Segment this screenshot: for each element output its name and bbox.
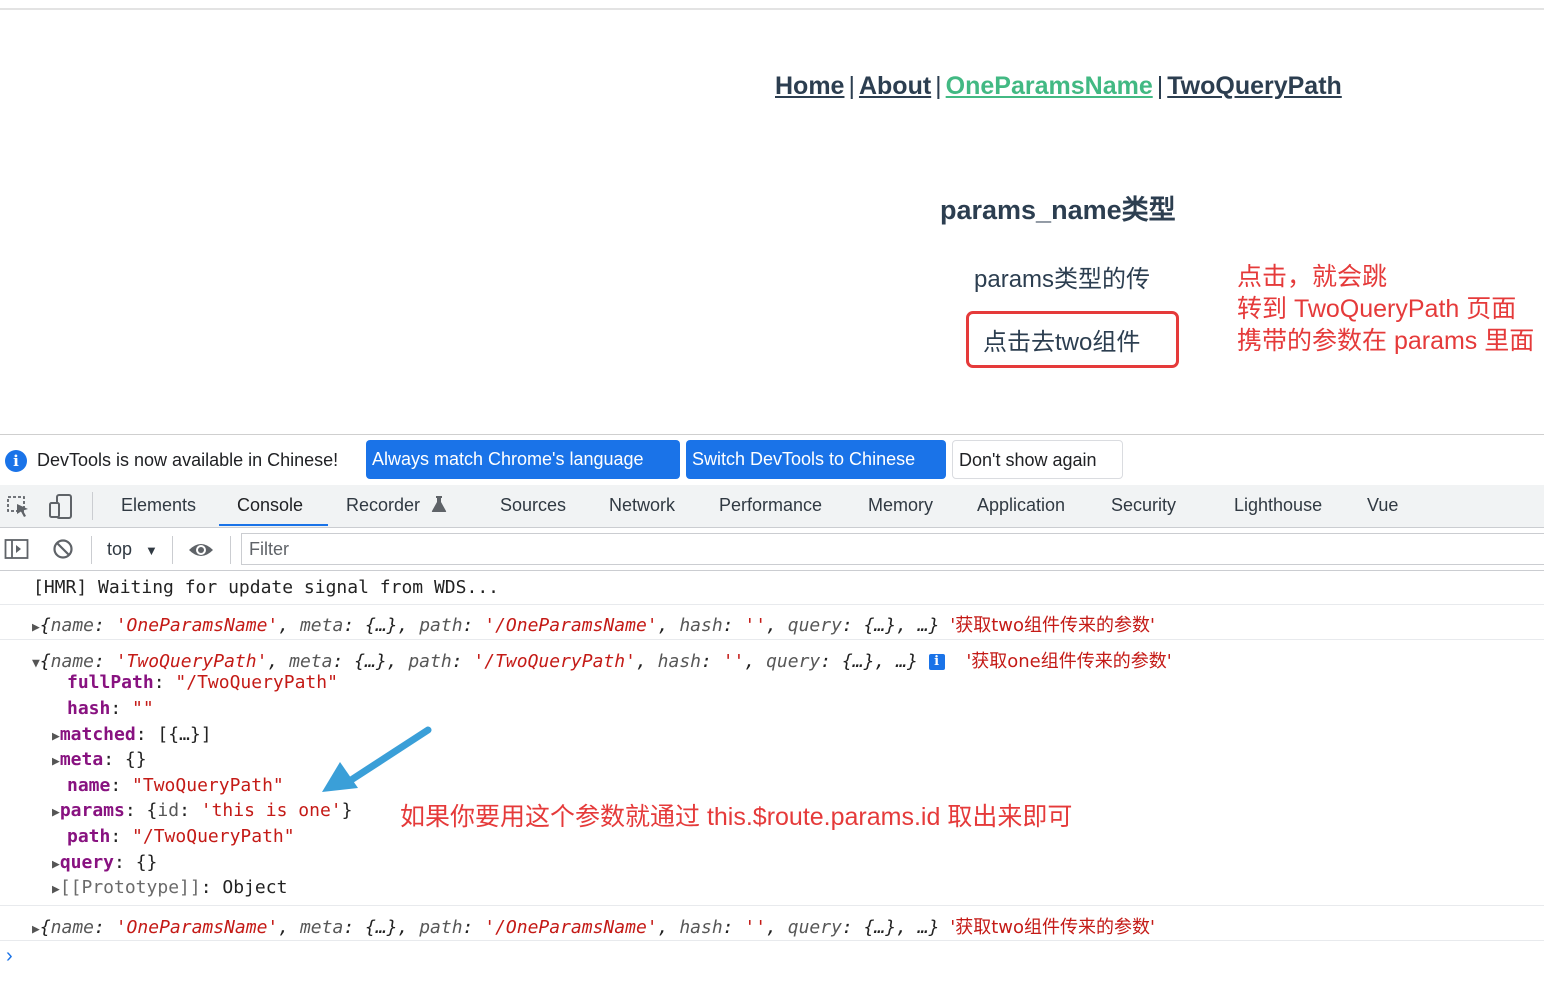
show-sidebar-icon[interactable] [4, 538, 30, 565]
route-name-value: 'OneParamsName' [115, 917, 279, 938]
console-log-comment: '获取two组件传来的参数' [950, 917, 1155, 938]
inspect-element-icon[interactable] [6, 494, 32, 525]
page-text: params类型的传 [974, 266, 1151, 293]
annotation-arrow-icon [318, 724, 436, 801]
prop-hash: hash: "" [67, 698, 154, 719]
console-message-route-object[interactable]: ▶{name: 'OneParamsName', meta: {…}, path… [32, 611, 1155, 637]
page-title: params_name类型 [940, 195, 1176, 225]
info-icon: i [5, 450, 27, 472]
expand-triangle-icon[interactable]: ▶ [52, 729, 60, 744]
prop-path: path: "/TwoQueryPath" [67, 826, 295, 847]
prop-matched[interactable]: ▶matched: [{…}] [52, 724, 212, 745]
route-name-value: 'OneParamsName' [115, 615, 279, 636]
nav-link-twoquerypath[interactable]: TwoQueryPath [1167, 72, 1342, 100]
nav-separator: | [1156, 72, 1164, 100]
context-selector[interactable]: top ▼ [107, 539, 158, 560]
tab-network[interactable]: Network [609, 495, 675, 516]
flask-icon [431, 496, 447, 512]
tab-security[interactable]: Security [1111, 495, 1176, 516]
prop-query-value: {} [135, 852, 158, 873]
prop-params[interactable]: ▶params: {id: 'this is one'} [52, 800, 352, 821]
window-top-border [0, 8, 1544, 10]
console-prompt-caret[interactable]: › [6, 945, 13, 968]
device-toolbar-icon[interactable] [48, 493, 76, 526]
switch-devtools-chinese-button[interactable]: Switch DevTools to Chinese [686, 440, 946, 479]
console-message-route-object[interactable]: ▶{name: 'OneParamsName', meta: {…}, path… [32, 913, 1155, 939]
annotation-console-note: 如果你要用这个参数就通过 this.$route.params.id 取出来即可 [400, 803, 1073, 831]
prop-params-id-value: 'this is one' [200, 800, 342, 821]
nav-link-oneparamsname[interactable]: OneParamsName [946, 72, 1153, 100]
active-tab-indicator [219, 524, 328, 526]
route-path-value: '/OneParamsName' [484, 917, 658, 938]
tab-recorder-label: Recorder [346, 495, 421, 515]
expand-triangle-icon[interactable]: ▶ [32, 620, 40, 635]
console-log-comment: '获取one组件传来的参数' [966, 651, 1172, 672]
tab-elements[interactable]: Elements [121, 495, 196, 516]
tab-application[interactable]: Application [977, 495, 1065, 516]
dont-show-again-button[interactable]: Don't show again [952, 440, 1123, 479]
tab-performance[interactable]: Performance [719, 495, 822, 516]
prop-name: name: "TwoQueryPath" [67, 775, 284, 796]
console-message-hmr: [HMR] Waiting for update signal from WDS… [33, 577, 499, 598]
expand-triangle-icon[interactable]: ▶ [52, 754, 60, 769]
object-info-icon[interactable]: i [928, 654, 945, 670]
tab-sources[interactable]: Sources [500, 495, 566, 516]
toolbar-divider [92, 492, 93, 520]
expand-triangle-icon[interactable]: ▶ [52, 882, 60, 897]
prop-path-value: "/TwoQueryPath" [132, 826, 295, 847]
console-message-divider [0, 905, 1544, 906]
prop-meta[interactable]: ▶meta: {} [52, 749, 147, 770]
always-match-language-button[interactable]: Always match Chrome's language [366, 440, 680, 479]
nav-link-home[interactable]: Home [775, 72, 844, 100]
route-hash-value: '' [722, 651, 745, 672]
nav-separator: | [935, 72, 942, 100]
route-name-value: 'TwoQueryPath' [115, 651, 268, 672]
console-message-divider [0, 604, 1544, 605]
chevron-down-icon: ▼ [145, 543, 158, 558]
prop-fullpath-value: "/TwoQueryPath" [175, 672, 338, 693]
annotation-highlight-box [966, 311, 1179, 368]
app-nav: Home | About | OneParamsName | TwoQueryPath [775, 72, 1342, 101]
prop-prototype-value: Object [222, 877, 288, 898]
prop-matched-value: [{…}] [157, 724, 212, 745]
route-path-value: '/OneParamsName' [484, 615, 658, 636]
infobar-message: DevTools is now available in Chinese! [37, 450, 339, 470]
prop-query[interactable]: ▶query: {} [52, 852, 157, 873]
toolbar-divider [172, 536, 173, 564]
tab-vue[interactable]: Vue [1367, 495, 1398, 516]
clear-console-icon[interactable] [52, 538, 74, 565]
prop-prototype[interactable]: ▶[[Prototype]]: Object [52, 877, 287, 898]
tab-lighthouse[interactable]: Lighthouse [1234, 495, 1322, 516]
prop-name-value: "TwoQueryPath" [132, 775, 284, 796]
console-log-comment: '获取two组件传来的参数' [950, 615, 1155, 636]
route-hash-value: '' [744, 615, 767, 636]
route-path-value: '/TwoQueryPath' [473, 651, 636, 672]
route-hash-value: '' [744, 917, 767, 938]
console-message-divider [0, 940, 1544, 941]
tab-memory[interactable]: Memory [868, 495, 933, 516]
prop-meta-value: {} [124, 749, 147, 770]
tab-console[interactable]: Console [237, 495, 303, 516]
console-message-divider [0, 639, 1544, 640]
context-selector-value: top [107, 539, 133, 559]
expand-triangle-icon[interactable]: ▶ [32, 922, 40, 937]
tab-recorder[interactable]: Recorder [346, 495, 447, 516]
nav-link-about[interactable]: About [859, 72, 931, 100]
console-message-route-object-expanded[interactable]: ▼{name: 'TwoQueryPath', meta: {…}, path:… [32, 647, 1172, 673]
nav-separator: | [848, 72, 855, 100]
prop-fullpath: fullPath: "/TwoQueryPath" [67, 672, 338, 693]
console-filter-input[interactable] [241, 533, 1544, 565]
eye-icon[interactable] [187, 540, 215, 565]
prop-hash-value: "" [132, 698, 154, 719]
toolbar-divider [91, 536, 92, 564]
collapse-triangle-icon[interactable]: ▼ [32, 656, 40, 671]
annotation-note-line-1: 点击，就会跳 [1237, 263, 1388, 291]
annotation-note-line-2: 转到 TwoQueryPath 页面 [1237, 295, 1517, 323]
toolbar-divider [230, 536, 231, 564]
expand-triangle-icon[interactable]: ▶ [52, 805, 60, 820]
expand-triangle-icon[interactable]: ▶ [52, 857, 60, 872]
annotation-note-line-3: 携带的参数在 params 里面 [1237, 327, 1535, 355]
